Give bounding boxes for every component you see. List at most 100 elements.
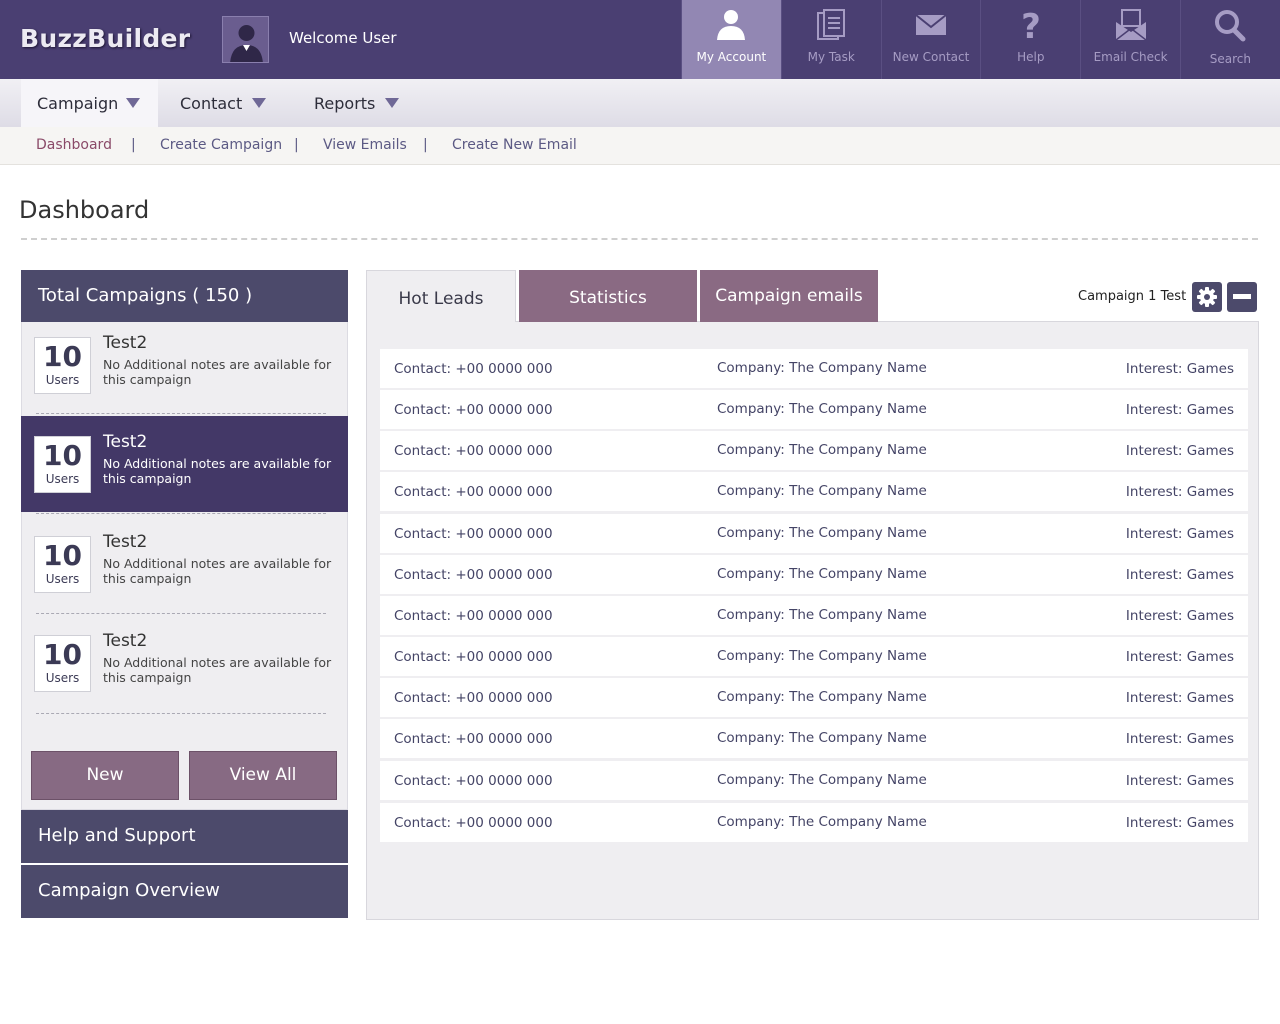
lead-contact: Contact: +00 0000 000 bbox=[394, 361, 553, 377]
subnav-separator: | bbox=[423, 137, 428, 153]
lead-row[interactable]: Contact: +00 0000 000 Company: The Compa… bbox=[380, 349, 1248, 388]
menu-reports[interactable]: Reports bbox=[298, 79, 418, 127]
avatar[interactable] bbox=[222, 16, 269, 63]
user-count-unit: Users bbox=[45, 472, 80, 486]
item-divider bbox=[36, 613, 326, 614]
lead-contact: Contact: +00 0000 000 bbox=[394, 402, 553, 418]
lead-interest: Interest: Games bbox=[1125, 443, 1234, 459]
campaign-name: Test2 bbox=[103, 631, 148, 651]
total-campaigns-header[interactable]: Total Campaigns ( 150 ) bbox=[21, 270, 348, 322]
view-all-button[interactable]: View All bbox=[189, 751, 337, 800]
settings-button[interactable] bbox=[1192, 282, 1222, 312]
lead-interest: Interest: Games bbox=[1125, 567, 1234, 583]
user-count: 10 bbox=[43, 638, 82, 671]
subnav-dashboard[interactable]: Dashboard bbox=[36, 137, 112, 153]
campaign-item[interactable]: 10 Users Test2 No Additional notes are a… bbox=[21, 615, 348, 711]
lead-company: Company: The Company Name bbox=[717, 772, 927, 788]
minimize-button[interactable] bbox=[1227, 282, 1257, 312]
lead-row[interactable]: Contact: +00 0000 000 Company: The Compa… bbox=[380, 555, 1248, 594]
subnav-view-emails[interactable]: View Emails bbox=[323, 137, 407, 153]
help-support-section[interactable]: Help and Support bbox=[21, 810, 348, 863]
nav-email-check[interactable]: Email Check bbox=[1080, 0, 1180, 79]
tab-statistics[interactable]: Statistics bbox=[519, 270, 697, 322]
lead-company: Company: The Company Name bbox=[717, 648, 927, 664]
lead-contact: Contact: +00 0000 000 bbox=[394, 690, 553, 706]
divider bbox=[21, 238, 1258, 240]
user-count-unit: Users bbox=[45, 373, 80, 387]
lead-row[interactable]: Contact: +00 0000 000 Company: The Compa… bbox=[380, 431, 1248, 470]
lead-company: Company: The Company Name bbox=[717, 360, 927, 376]
lead-interest: Interest: Games bbox=[1125, 361, 1234, 377]
nav-my-account[interactable]: My Account bbox=[681, 0, 781, 79]
item-divider bbox=[36, 713, 326, 714]
lead-interest: Interest: Games bbox=[1125, 649, 1234, 665]
lead-row[interactable]: Contact: +00 0000 000 Company: The Compa… bbox=[380, 803, 1248, 842]
lead-row[interactable]: Contact: +00 0000 000 Company: The Compa… bbox=[380, 514, 1248, 553]
page-title: Dashboard bbox=[19, 196, 150, 224]
nav-label: New Contact bbox=[892, 50, 970, 64]
lead-interest: Interest: Games bbox=[1125, 608, 1234, 624]
campaign-name: Test2 bbox=[103, 532, 148, 552]
gear-icon bbox=[1197, 287, 1217, 307]
lead-row[interactable]: Contact: +00 0000 000 Company: The Compa… bbox=[380, 472, 1248, 511]
lead-company: Company: The Company Name bbox=[717, 607, 927, 623]
campaign-note: No Additional notes are available for th… bbox=[103, 357, 332, 387]
lead-company: Company: The Company Name bbox=[717, 814, 927, 830]
lead-row[interactable]: Contact: +00 0000 000 Company: The Compa… bbox=[380, 390, 1248, 429]
lead-contact: Contact: +00 0000 000 bbox=[394, 608, 553, 624]
lead-row[interactable]: Contact: +00 0000 000 Company: The Compa… bbox=[380, 637, 1248, 676]
lead-company: Company: The Company Name bbox=[717, 401, 927, 417]
nav-search[interactable]: Search bbox=[1179, 0, 1280, 79]
minus-icon bbox=[1233, 294, 1251, 299]
tab-hot-leads[interactable]: Hot Leads bbox=[366, 270, 516, 322]
lead-contact: Contact: +00 0000 000 bbox=[394, 567, 553, 583]
subnav-create-campaign[interactable]: Create Campaign bbox=[160, 137, 282, 153]
campaign-overview-section[interactable]: Campaign Overview bbox=[21, 865, 348, 918]
question-icon: ? bbox=[1021, 8, 1041, 42]
sub-nav: Dashboard | Create Campaign | View Email… bbox=[0, 127, 1280, 165]
top-bar: BuzzBuilder Welcome User My Account My T… bbox=[0, 0, 1280, 79]
user-count-badge: 10 Users bbox=[34, 436, 91, 493]
logo: BuzzBuilder bbox=[20, 24, 191, 53]
item-divider bbox=[36, 413, 326, 414]
nav-new-contact[interactable]: New Contact bbox=[880, 0, 981, 79]
menu-bar: Campaign Contact Reports bbox=[0, 79, 1280, 127]
menu-label: Reports bbox=[314, 94, 376, 113]
top-nav: My Account My Task New Contact ? Help Em… bbox=[681, 0, 1280, 79]
campaign-overview-label: Campaign Overview bbox=[38, 880, 220, 901]
lead-contact: Contact: +00 0000 000 bbox=[394, 484, 553, 500]
menu-campaign[interactable]: Campaign bbox=[21, 79, 158, 127]
tab-campaign-emails[interactable]: Campaign emails bbox=[700, 270, 878, 322]
lead-company: Company: The Company Name bbox=[717, 442, 927, 458]
campaign-name: Test2 bbox=[103, 432, 148, 452]
lead-row[interactable]: Contact: +00 0000 000 Company: The Compa… bbox=[380, 596, 1248, 635]
chevron-down-icon bbox=[252, 98, 266, 108]
subnav-separator: | bbox=[294, 137, 299, 153]
user-count: 10 bbox=[43, 340, 82, 373]
user-count-badge: 10 Users bbox=[34, 536, 91, 593]
lead-contact: Contact: +00 0000 000 bbox=[394, 731, 553, 747]
nav-label: Search bbox=[1209, 52, 1251, 66]
subnav-create-new-email[interactable]: Create New Email bbox=[452, 137, 577, 153]
campaign-name: Test2 bbox=[103, 333, 148, 353]
nav-my-task[interactable]: My Task bbox=[780, 0, 881, 79]
menu-contact[interactable]: Contact bbox=[164, 79, 284, 127]
campaign-item[interactable]: 10 Users Test2 No Additional notes are a… bbox=[21, 317, 348, 413]
lead-row[interactable]: Contact: +00 0000 000 Company: The Compa… bbox=[380, 719, 1248, 758]
lead-interest: Interest: Games bbox=[1125, 526, 1234, 542]
lead-interest: Interest: Games bbox=[1125, 402, 1234, 418]
campaign-item[interactable]: 10 Users Test2 No Additional notes are a… bbox=[21, 516, 348, 612]
item-divider bbox=[36, 513, 326, 514]
user-icon bbox=[717, 10, 746, 40]
new-button[interactable]: New bbox=[31, 751, 179, 800]
subnav-separator: | bbox=[131, 137, 136, 153]
campaign-note: No Additional notes are available for th… bbox=[103, 556, 332, 586]
lead-interest: Interest: Games bbox=[1125, 815, 1234, 831]
campaign-item[interactable]: 10 Users Test2 No Additional notes are a… bbox=[21, 416, 348, 512]
lead-row[interactable]: Contact: +00 0000 000 Company: The Compa… bbox=[380, 761, 1248, 800]
lead-row[interactable]: Contact: +00 0000 000 Company: The Compa… bbox=[380, 678, 1248, 717]
nav-help[interactable]: ? Help bbox=[980, 0, 1080, 79]
chevron-down-icon bbox=[385, 98, 399, 108]
menu-label: Campaign bbox=[37, 94, 119, 113]
lead-interest: Interest: Games bbox=[1125, 773, 1234, 789]
